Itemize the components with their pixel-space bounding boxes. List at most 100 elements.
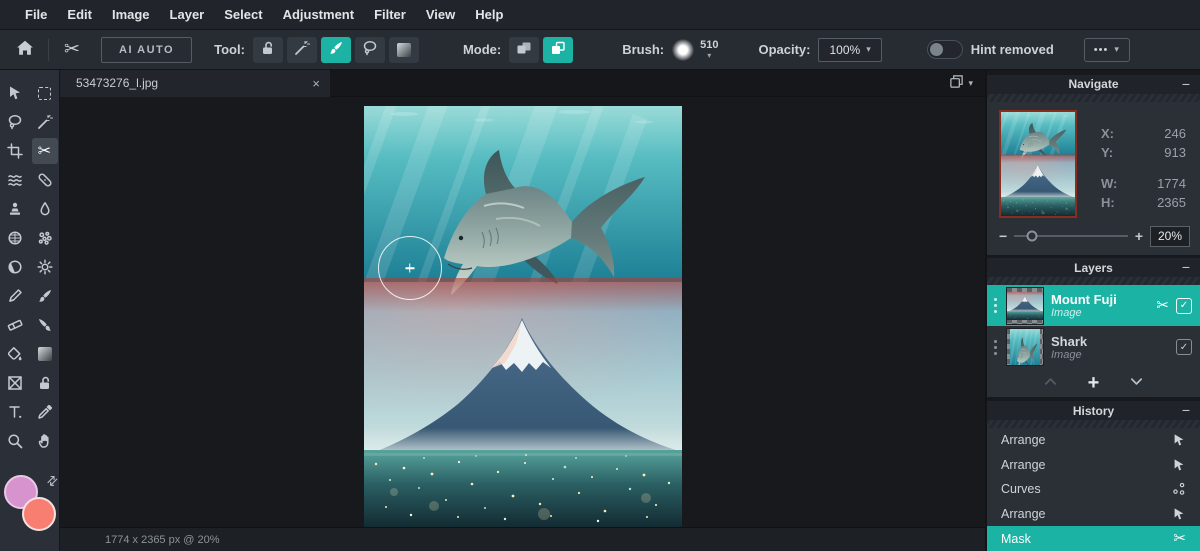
tool-shape-frame[interactable] bbox=[2, 370, 28, 396]
tool-sharpen-gear[interactable] bbox=[32, 254, 58, 280]
navigate-thumbnail[interactable] bbox=[999, 110, 1077, 218]
panel-grip[interactable] bbox=[987, 94, 1200, 102]
cutout-keep-tool-button[interactable] bbox=[253, 37, 283, 63]
collapse-navigate-button[interactable]: − bbox=[1182, 75, 1190, 94]
scissors-icon: ✂ bbox=[64, 40, 80, 59]
tool-blur[interactable] bbox=[32, 196, 58, 222]
document-canvas[interactable] bbox=[364, 106, 682, 527]
move-layer-down-button[interactable] bbox=[1129, 374, 1144, 392]
tool-marquee[interactable] bbox=[32, 80, 58, 106]
menu-edit[interactable]: Edit bbox=[57, 0, 102, 30]
tool-detail-globe[interactable] bbox=[2, 225, 28, 251]
ai-auto-button[interactable]: AI AUTO bbox=[101, 37, 192, 63]
history-header: History − bbox=[987, 401, 1200, 420]
tool-dodge-burn[interactable] bbox=[2, 254, 28, 280]
history-item-arrange-2[interactable]: Arrange bbox=[987, 453, 1200, 478]
tool-clone-stamp[interactable] bbox=[2, 196, 28, 222]
layer-row-shark[interactable]: Shark Image ✓ bbox=[987, 326, 1200, 367]
more-options-button[interactable]: ••• ▾ bbox=[1084, 38, 1130, 62]
panel-grip[interactable] bbox=[987, 420, 1200, 428]
tool-heal[interactable] bbox=[32, 167, 58, 193]
brush-label: Brush: bbox=[622, 42, 664, 57]
tool-fill[interactable] bbox=[2, 341, 28, 367]
tool-gradient[interactable] bbox=[32, 341, 58, 367]
check-icon: ✓ bbox=[1180, 300, 1188, 311]
tool-color-picker[interactable] bbox=[32, 399, 58, 425]
history-item-mask[interactable]: Mask ✂ bbox=[987, 526, 1200, 551]
menu-image[interactable]: Image bbox=[102, 0, 160, 30]
brush-size-value: 510 bbox=[700, 40, 718, 51]
menu-layer[interactable]: Layer bbox=[160, 0, 215, 30]
opacity-value: 100% bbox=[829, 43, 860, 57]
swap-colors-icon[interactable]: ⇄ bbox=[43, 471, 62, 490]
history-item-curves[interactable]: Curves bbox=[987, 477, 1200, 502]
history-label: Arrange bbox=[1001, 433, 1172, 447]
tool-text[interactable] bbox=[2, 399, 28, 425]
tool-crop[interactable] bbox=[2, 138, 28, 164]
drag-handle-icon[interactable] bbox=[991, 298, 999, 313]
home-button[interactable] bbox=[10, 36, 40, 64]
history-item-arrange-1[interactable]: Arrange bbox=[987, 428, 1200, 453]
x-value: 246 bbox=[1164, 126, 1186, 141]
move-layer-up-button[interactable] bbox=[1043, 374, 1058, 392]
tool-zoom[interactable] bbox=[2, 428, 28, 454]
layer-row-mount-fuji[interactable]: Mount Fuji Image ✂ ✓ bbox=[987, 285, 1200, 326]
menu-select[interactable]: Select bbox=[214, 0, 272, 30]
chevron-up-icon bbox=[1043, 374, 1058, 392]
ellipsis-icon: ••• bbox=[1094, 44, 1109, 56]
menu-view[interactable]: View bbox=[416, 0, 465, 30]
layer-visibility-checkbox[interactable]: ✓ bbox=[1176, 339, 1192, 355]
zoom-slider-knob[interactable] bbox=[1027, 231, 1038, 242]
zoom-in-button[interactable]: + bbox=[1135, 228, 1143, 244]
tool-draw-brush[interactable] bbox=[32, 283, 58, 309]
tab-title: 53473276_l.jpg bbox=[76, 76, 312, 90]
collapse-layers-button[interactable]: − bbox=[1182, 258, 1190, 277]
brush-size-control[interactable]: 510 ▾ bbox=[700, 40, 718, 60]
tool-move[interactable] bbox=[2, 80, 28, 106]
collapse-history-button[interactable]: − bbox=[1182, 401, 1190, 420]
magic-cutout-tool-button[interactable] bbox=[287, 37, 317, 63]
history-item-arrange-3[interactable]: Arrange bbox=[987, 502, 1200, 527]
gradient-cutout-tool-button[interactable] bbox=[389, 37, 419, 63]
zoom-slider[interactable] bbox=[1014, 235, 1128, 237]
zoom-value-field[interactable]: 20% bbox=[1150, 226, 1190, 247]
drag-handle-icon[interactable] bbox=[991, 340, 999, 355]
lasso-cutout-tool-button[interactable] bbox=[355, 37, 385, 63]
layer-visibility-checkbox[interactable]: ✓ bbox=[1176, 298, 1192, 314]
hint-removed-toggle[interactable] bbox=[927, 40, 963, 59]
mode-add-button[interactable] bbox=[543, 37, 573, 63]
draw-cutout-tool-button[interactable] bbox=[321, 37, 351, 63]
close-tab-button[interactable]: × bbox=[312, 76, 320, 91]
menu-filter[interactable]: Filter bbox=[364, 0, 416, 30]
zoom-out-button[interactable]: − bbox=[999, 228, 1007, 244]
secondary-color-swatch[interactable] bbox=[22, 497, 56, 531]
tool-eraser[interactable] bbox=[2, 312, 28, 338]
tool-disperse-dots[interactable] bbox=[32, 225, 58, 251]
tool-lock[interactable] bbox=[32, 370, 58, 396]
layers-title: Layers bbox=[1074, 261, 1113, 275]
window-layout-button[interactable]: ▾ bbox=[949, 74, 973, 92]
opacity-select[interactable]: 100% ▾ bbox=[818, 38, 881, 62]
menu-file[interactable]: File bbox=[15, 0, 57, 30]
panel-grip[interactable] bbox=[987, 277, 1200, 285]
tab-bar: 53473276_l.jpg × ▾ bbox=[60, 70, 985, 97]
tool-liquify[interactable] bbox=[2, 167, 28, 193]
minus-icon: − bbox=[1182, 259, 1190, 275]
tool-magic-wand[interactable] bbox=[32, 109, 58, 135]
tool-paintbrush[interactable] bbox=[32, 312, 58, 338]
menu-help[interactable]: Help bbox=[465, 0, 513, 30]
tool-pen[interactable] bbox=[2, 283, 28, 309]
tool-lasso[interactable] bbox=[2, 109, 28, 135]
tool-hand[interactable] bbox=[32, 428, 58, 454]
history-title: History bbox=[1073, 404, 1114, 418]
status-bar: 1774 x 2365 px @ 20% bbox=[60, 527, 985, 551]
layer-mask-button[interactable]: ✂ bbox=[1156, 297, 1169, 314]
cutout-tool-button[interactable]: ✂ bbox=[57, 36, 87, 64]
add-layer-button[interactable]: + bbox=[1088, 373, 1100, 393]
mode-subtract-button[interactable] bbox=[509, 37, 539, 63]
chevron-down-icon: ▾ bbox=[866, 44, 871, 55]
brush-preview[interactable] bbox=[672, 39, 694, 61]
menu-adjustment[interactable]: Adjustment bbox=[273, 0, 365, 30]
tool-cutout[interactable]: ✂ bbox=[32, 138, 58, 164]
document-tab[interactable]: 53473276_l.jpg × bbox=[60, 70, 330, 97]
